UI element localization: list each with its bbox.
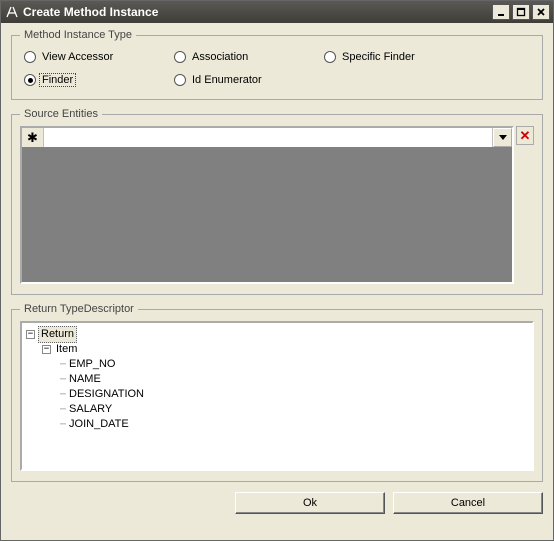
source-entities-grid[interactable]: ✱ [20,126,514,284]
source-entities-group: Source Entities ✱ ✕ [11,108,543,295]
source-entity-delete-button[interactable]: ✕ [516,126,534,145]
radio-id-enumerator[interactable]: Id Enumerator [174,73,324,87]
return-type-legend: Return TypeDescriptor [20,303,138,315]
radio-label: Specific Finder [342,51,415,63]
window-icon [5,5,19,19]
return-type-group: Return TypeDescriptor − Return − Item ⋯E… [11,303,543,482]
radio-icon [24,74,36,86]
radio-association[interactable]: Association [174,51,324,63]
collapse-icon[interactable]: − [26,330,35,339]
ok-button[interactable]: Ok [235,492,385,514]
tree-node-item[interactable]: Item [54,342,79,357]
return-type-tree[interactable]: − Return − Item ⋯EMP_NO⋯NAME⋯DESIGNATION… [20,321,534,471]
method-instance-type-legend: Method Instance Type [20,29,136,41]
tree-node-return[interactable]: Return [38,326,77,343]
source-entity-field[interactable] [44,128,493,147]
radio-specific-finder[interactable]: Specific Finder [324,51,474,63]
tree-leaf[interactable]: NAME [67,372,103,387]
close-button[interactable] [532,4,550,20]
source-entity-dropdown[interactable] [493,128,512,147]
method-instance-type-group: Method Instance Type View Accessor Associ… [11,29,543,100]
radio-icon [174,74,186,86]
radio-finder[interactable]: Finder [24,73,174,87]
radio-view-accessor[interactable]: View Accessor [24,51,174,63]
radio-icon [24,51,36,63]
tree-connector: ⋯ [60,357,65,372]
radio-label: Finder [39,73,76,87]
window-title: Create Method Instance [23,5,492,19]
radio-icon [174,51,186,63]
minimize-button[interactable] [492,4,510,20]
tree-connector: ⋯ [60,417,65,432]
collapse-icon[interactable]: − [42,345,51,354]
radio-label: Id Enumerator [192,74,262,86]
tree-leaf[interactable]: JOIN_DATE [67,417,131,432]
tree-leaf[interactable]: DESIGNATION [67,387,146,402]
radio-label: View Accessor [42,51,113,63]
radio-icon [324,51,336,63]
tree-connector: ⋯ [60,402,65,417]
radio-label: Association [192,51,248,63]
tree-leaf[interactable]: EMP_NO [67,357,117,372]
tree-leaf[interactable]: SALARY [67,402,114,417]
dialog-content: Method Instance Type View Accessor Associ… [1,23,553,524]
maximize-button[interactable] [512,4,530,20]
source-entities-legend: Source Entities [20,108,102,120]
source-row-marker: ✱ [22,128,44,147]
cancel-button[interactable]: Cancel [393,492,543,514]
tree-connector: ⋯ [60,372,65,387]
titlebar: Create Method Instance [1,1,553,23]
tree-connector: ⋯ [60,387,65,402]
